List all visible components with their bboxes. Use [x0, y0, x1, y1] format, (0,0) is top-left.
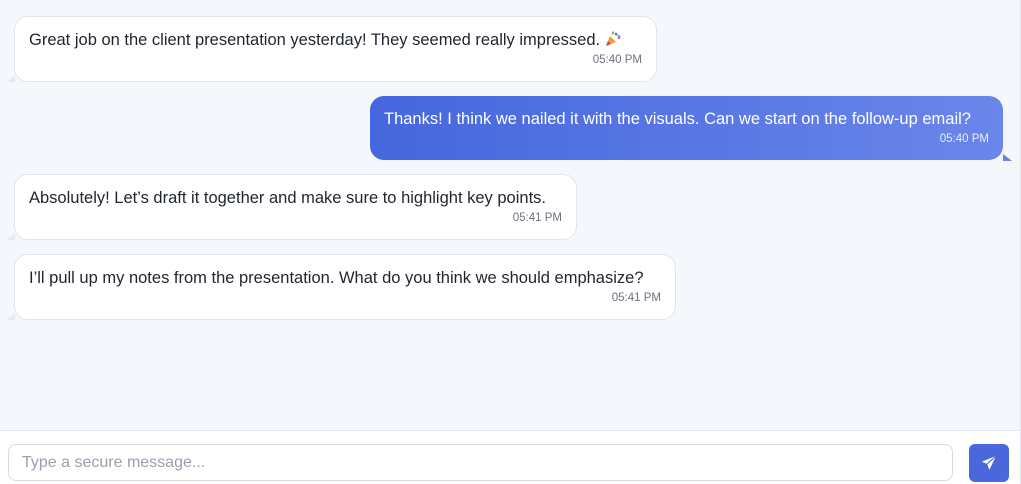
message-timestamp: 05:41 PM — [512, 212, 562, 224]
message-timestamp: 05:41 PM — [611, 292, 661, 304]
message-text: Thanks! I think we nailed it with the vi… — [384, 110, 971, 128]
paper-plane-icon — [981, 455, 997, 470]
message-bubble-incoming: Great job on the client presentation yes… — [6, 16, 657, 82]
message-text: Great job on the client presentation yes… — [29, 31, 601, 49]
message-timestamp: 05:40 PM — [592, 54, 642, 66]
message-timestamp: 05:40 PM — [939, 133, 989, 145]
send-button[interactable] — [969, 444, 1009, 482]
message-bubble-incoming: Absolutely! Let’s draft it together and … — [6, 174, 577, 240]
message-composer — [0, 430, 1020, 484]
message-list: Great job on the client presentation yes… — [0, 0, 1020, 430]
message-bubble-incoming: I’ll pull up my notes from the presentat… — [6, 254, 676, 320]
party-popper-icon — [606, 31, 621, 46]
message-text: I’ll pull up my notes from the presentat… — [29, 269, 644, 287]
message-bubble-outgoing: Thanks! I think we nailed it with the vi… — [370, 96, 1012, 161]
message-input[interactable] — [8, 444, 953, 481]
message-text-row: Great job on the client presentation yes… — [29, 30, 642, 50]
message-text: Absolutely! Let’s draft it together and … — [29, 189, 546, 207]
chat-window: Great job on the client presentation yes… — [0, 0, 1021, 484]
